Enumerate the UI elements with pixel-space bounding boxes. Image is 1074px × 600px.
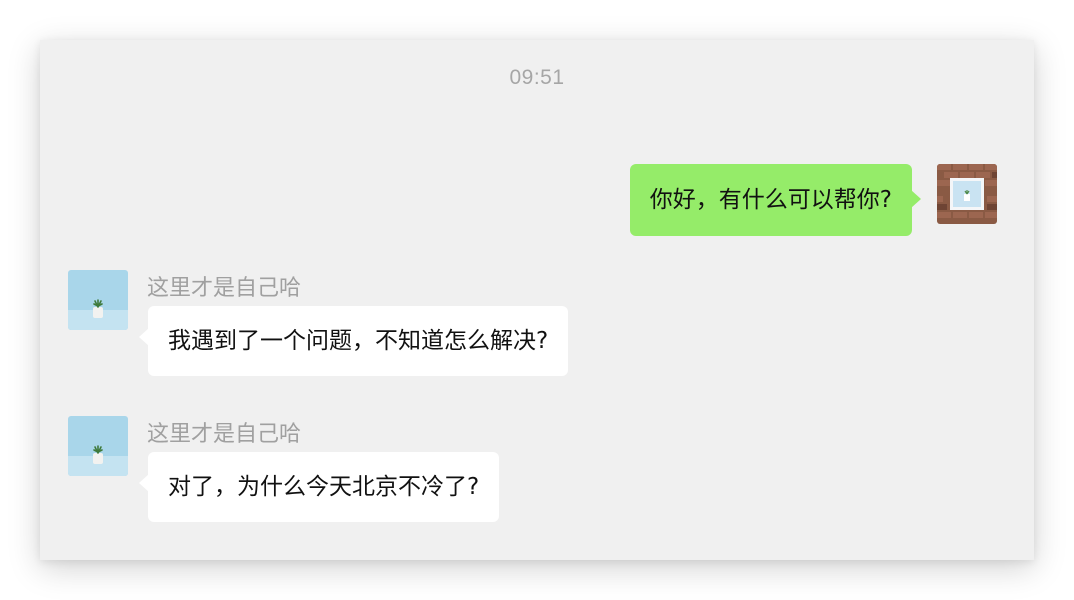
potted-plant-icon — [68, 270, 128, 330]
self-avatar[interactable] — [937, 164, 997, 224]
contact-avatar[interactable] — [68, 416, 128, 476]
message-text: 你好，有什么可以帮你? — [649, 187, 892, 213]
sender-name: 这里才是自己哈 — [147, 422, 302, 447]
outgoing-message-bubble[interactable]: 你好，有什么可以帮你? — [629, 164, 922, 236]
incoming-message-bubble[interactable]: 对了，为什么今天北京不冷了? — [138, 452, 500, 522]
message-timestamp: 09:51 — [509, 66, 565, 89]
message-text: 我遇到了一个问题，不知道怎么解决? — [168, 328, 549, 354]
chat-window: 09:51 你好，有什么可以帮你? 这里才是自己哈 我遇到了一个问题，不知道怎么… — [40, 40, 1034, 560]
potted-plant-icon — [68, 416, 128, 476]
sender-name: 这里才是自己哈 — [147, 276, 302, 301]
incoming-message-bubble[interactable]: 我遇到了一个问题，不知道怎么解决? — [138, 306, 569, 376]
brick-wall-frame-icon — [937, 164, 997, 224]
message-text: 对了，为什么今天北京不冷了? — [168, 474, 480, 500]
contact-avatar[interactable] — [68, 270, 128, 330]
